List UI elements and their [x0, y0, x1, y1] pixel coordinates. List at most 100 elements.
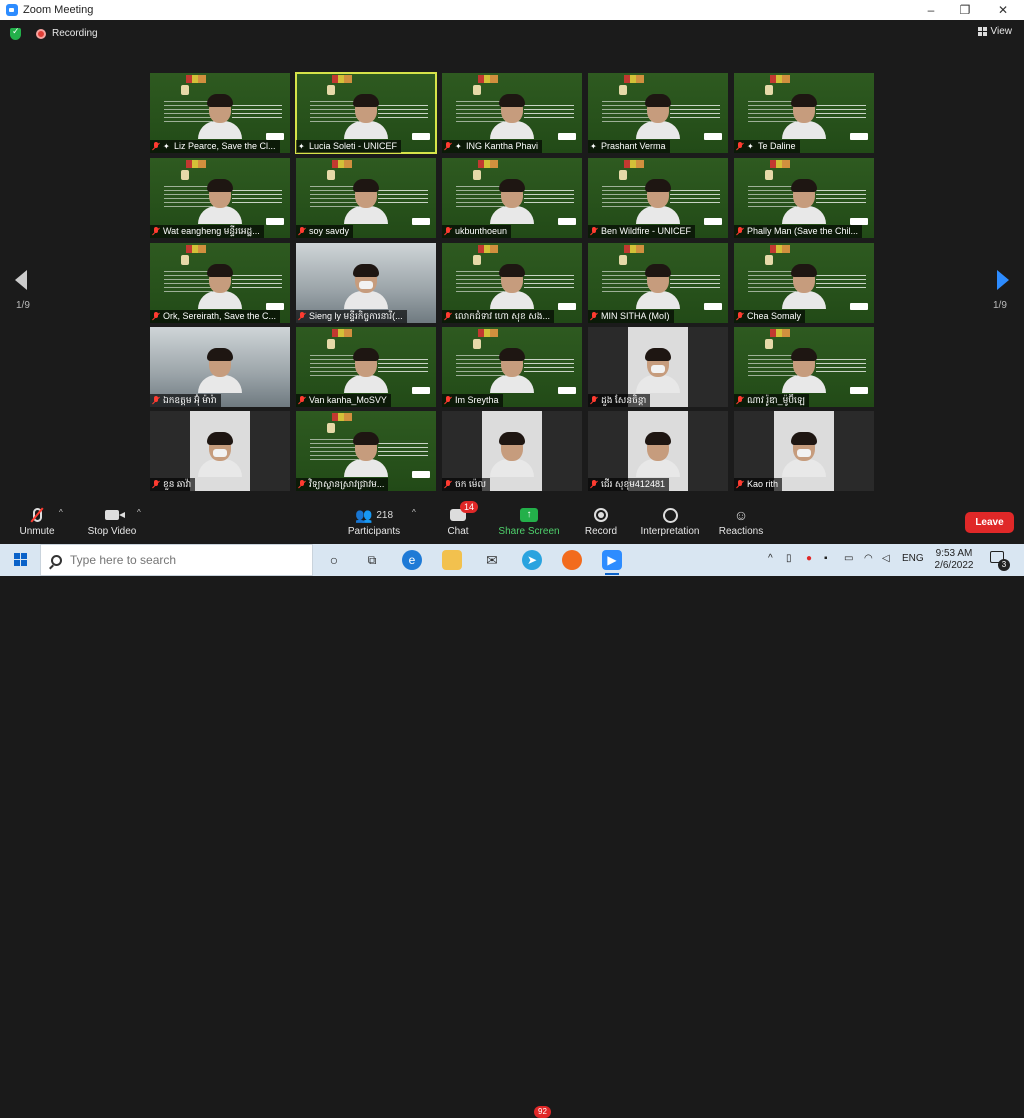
participant-tile[interactable]: ✦ Liz Pearce, Save the Cl... — [150, 73, 290, 153]
next-page-arrow-icon[interactable] — [997, 270, 1009, 290]
participant-tile[interactable]: ឯកឧត្តម អ៊ុំ ម៉ារ៉ា — [150, 327, 290, 407]
participant-tile[interactable]: ✦ ING Kantha Phavi — [442, 73, 582, 153]
device-icon[interactable]: ▯ — [786, 553, 792, 564]
participants-options-chevron-icon[interactable]: ^ — [412, 508, 416, 517]
mic-muted-icon — [444, 396, 452, 405]
mic-muted-icon — [590, 312, 598, 321]
participant-tile[interactable]: ចក ម៉េល — [442, 411, 582, 491]
banner-flags — [186, 75, 206, 83]
video-options-chevron-icon[interactable]: ^ — [137, 508, 141, 517]
record-button[interactable]: Record — [582, 504, 620, 542]
participant-tile[interactable]: លោកជំទាវ ហោ សុខ សង... — [442, 243, 582, 323]
participant-tile[interactable]: soy savdy — [296, 158, 436, 238]
taskbar-search-input[interactable] — [70, 553, 290, 567]
windows-taskbar: ○ ⧉ e ✉ ➤ 92 ▶ ^ ▯ ● ▪ ▭ ◠ ◁ ENG 9:53 AM… — [0, 544, 1024, 1118]
participant-tile[interactable]: Ben Wildfire - UNICEF — [588, 158, 728, 238]
leave-button[interactable]: Leave — [965, 512, 1014, 533]
audio-options-chevron-icon[interactable]: ^ — [59, 508, 63, 517]
firefox-icon[interactable] — [562, 550, 582, 570]
participant-name: Im Sreytha — [455, 395, 499, 405]
unmute-button[interactable]: Unmute — [14, 504, 60, 542]
battery-icon[interactable]: ▭ — [844, 553, 853, 564]
telegram-unread-badge: 92 — [534, 1106, 551, 1118]
participant-tile[interactable]: វិទ្យាស្ថានស្រាវជ្រាវម... — [296, 411, 436, 491]
participant-tile[interactable]: ដួង សែនចិន្តា — [588, 327, 728, 407]
participant-name: ណាវ រ៉ូឌា_ម៉ូប៊ីឡេ — [747, 395, 806, 405]
participant-tile[interactable]: Kao rith — [734, 411, 874, 491]
globe-icon — [662, 507, 678, 523]
participant-name: លោកជំទាវ ហោ សុខ សង... — [455, 311, 550, 321]
interpretation-button[interactable]: Interpretation — [636, 504, 704, 542]
participant-tile[interactable]: ជើរ សុខុម412481 — [588, 411, 728, 491]
cortana-icon[interactable]: ○ — [324, 550, 344, 570]
telegram-icon[interactable]: ➤ — [522, 550, 542, 570]
mic-muted-icon — [590, 480, 598, 489]
participant-tile[interactable]: Im Sreytha — [442, 327, 582, 407]
mic-muted-icon — [298, 396, 306, 405]
spotlight-icon: ✦ — [747, 141, 754, 151]
language-indicator[interactable]: ENG — [902, 553, 924, 564]
participant-tile[interactable]: ✦ Te Daline — [734, 73, 874, 153]
taskbar-search[interactable] — [40, 544, 313, 576]
banner-logo — [850, 303, 868, 310]
banner-flags — [332, 413, 352, 421]
spotlight-icon: ✦ — [298, 141, 305, 151]
security-shield-icon[interactable] — [10, 26, 21, 40]
meeting-topbar: Recording View — [0, 22, 1024, 46]
mic-muted-icon — [736, 396, 744, 405]
participant-nameplate: soy savdy — [296, 225, 354, 238]
mic-muted-icon — [590, 227, 598, 236]
previous-page-arrow-icon[interactable] — [15, 270, 27, 290]
participant-tile[interactable]: ណាវ រ៉ូឌា_ម៉ូប៊ីឡេ — [734, 327, 874, 407]
unmute-label: Unmute — [19, 526, 55, 537]
participant-tile[interactable]: Van kanha_MoSVY — [296, 327, 436, 407]
close-button[interactable]: ✕ — [988, 0, 1018, 20]
participant-tile[interactable]: Sieng ly មន្ទីរកិច្ចការនារី(... — [296, 243, 436, 323]
participant-tile[interactable]: Chea Somaly — [734, 243, 874, 323]
participant-video — [636, 432, 680, 477]
camera-in-use-icon[interactable]: ▪ — [824, 553, 828, 564]
participant-nameplate: MIN SITHA (MoI) — [588, 310, 674, 323]
banner-emblem — [473, 255, 481, 265]
taskbar-clock[interactable]: 9:53 AM 2/6/2022 — [928, 548, 980, 572]
minimize-button[interactable]: – — [916, 0, 946, 20]
participant-nameplate: ចក ម៉េល — [442, 478, 491, 491]
participant-tile[interactable]: Ork, Sereirath, Save the C... — [150, 243, 290, 323]
view-button[interactable]: View — [977, 26, 1012, 37]
mail-icon[interactable]: ✉ — [482, 550, 502, 570]
windows-start-icon[interactable] — [14, 553, 27, 566]
zoom-app-icon — [6, 4, 18, 16]
banner-logo — [704, 303, 722, 310]
participant-tile[interactable]: MIN SITHA (MoI) — [588, 243, 728, 323]
volume-icon[interactable]: ◁ — [882, 553, 890, 564]
participants-button[interactable]: 👥 218 Participants — [344, 504, 404, 542]
microphone-in-use-icon[interactable]: ● — [806, 553, 812, 564]
participant-tile[interactable]: ukbunthoeun — [442, 158, 582, 238]
participant-tile[interactable]: ខួន ឆាវ៉ា — [150, 411, 290, 491]
participant-video — [198, 348, 242, 393]
wifi-icon[interactable]: ◠ — [864, 553, 873, 564]
participant-tile[interactable]: Wat eangheng មន្ទីរអេដ្ឋ... — [150, 158, 290, 238]
file-explorer-icon[interactable] — [442, 550, 462, 570]
participant-name: Prashant Verma — [601, 141, 666, 151]
participant-tile[interactable]: ✦ Lucia Soleti - UNICEF — [295, 72, 437, 154]
maximize-button[interactable]: ❐ — [950, 0, 980, 20]
participant-tile[interactable]: ✦ Prashant Verma — [588, 73, 728, 153]
banner-logo — [412, 387, 430, 394]
stop-video-button[interactable]: Stop Video — [84, 504, 140, 542]
participant-tile[interactable]: Phally Man (Save the Chil... — [734, 158, 874, 238]
banner-logo — [412, 133, 430, 140]
reactions-button[interactable]: ☺ Reactions — [716, 504, 766, 542]
participant-nameplate: Van kanha_MoSVY — [296, 394, 391, 407]
chat-button[interactable]: 14 Chat — [440, 501, 479, 542]
action-center-button[interactable]: 3 — [990, 551, 1010, 571]
zoom-taskbar-icon[interactable]: ▶ — [602, 550, 622, 575]
task-view-icon[interactable]: ⧉ — [362, 550, 382, 570]
banner-flags — [770, 160, 790, 168]
record-icon — [594, 508, 608, 522]
edge-browser-icon[interactable]: e — [402, 550, 422, 570]
hidden-icons-chevron-icon[interactable]: ^ — [768, 553, 773, 564]
mic-muted-icon — [152, 396, 160, 405]
zoom-window: Zoom Meeting – ❐ ✕ Recording View 1/9 1/… — [0, 0, 1024, 544]
share-screen-button[interactable]: ↑ Share Screen — [498, 504, 560, 542]
